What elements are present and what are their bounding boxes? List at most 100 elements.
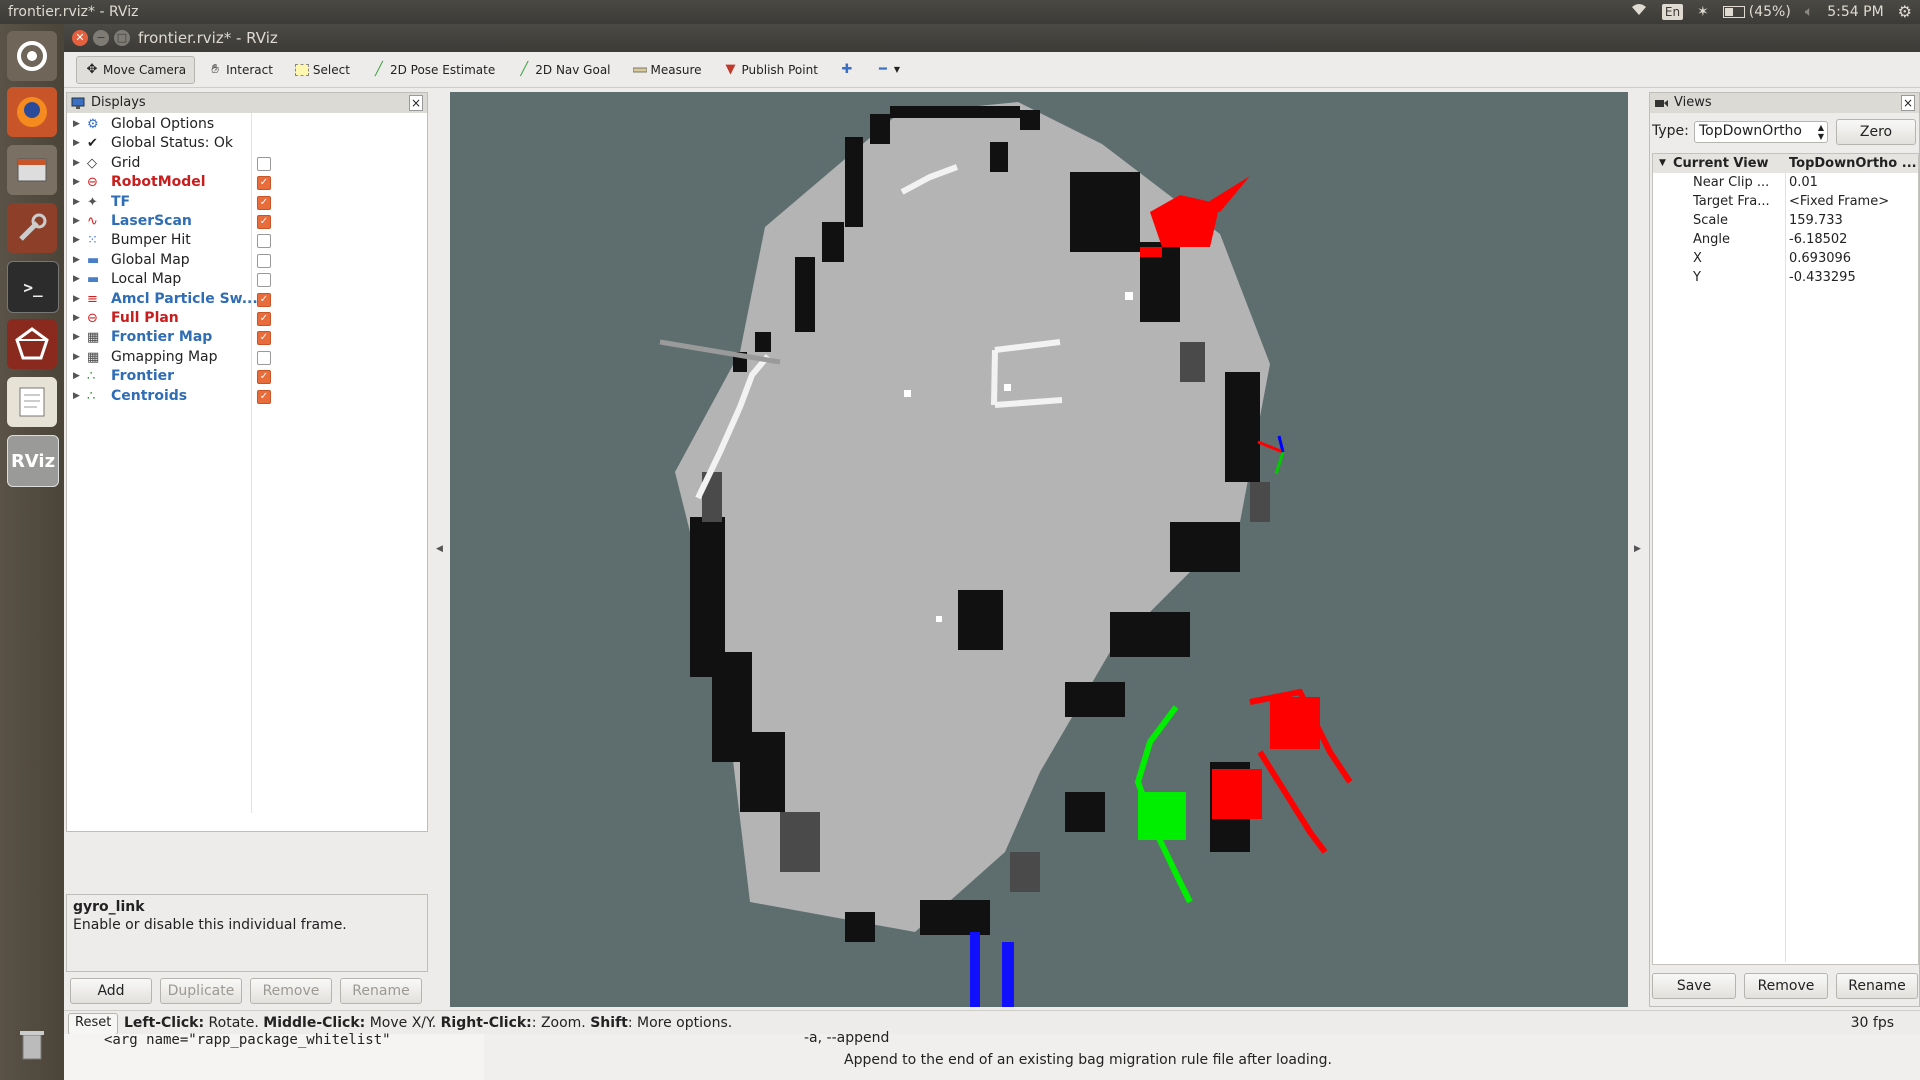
expand-arrow-icon[interactable]: ▶: [73, 134, 80, 153]
display-item[interactable]: ▶ ▦ Gmapping Map: [67, 348, 427, 367]
display-item[interactable]: ▶ ⁙ Bumper Hit: [67, 231, 427, 250]
display-item[interactable]: ▶ ∿ LaserScan ✓: [67, 212, 427, 231]
display-enable-checkbox[interactable]: ✓: [257, 312, 271, 326]
select-tool[interactable]: Select: [286, 56, 359, 84]
display-enable-checkbox[interactable]: ✓: [257, 389, 271, 404]
render-view[interactable]: [450, 92, 1628, 1007]
wifi-icon[interactable]: [1630, 0, 1648, 24]
close-icon[interactable]: ×: [1901, 95, 1915, 111]
display-item[interactable]: ▶ ✦ TF ✓: [67, 193, 427, 212]
pose-estimate-tool[interactable]: ╱ 2D Pose Estimate: [363, 56, 504, 84]
expand-arrow-icon[interactable]: ▶: [73, 193, 80, 212]
remove-display-button[interactable]: Remove: [250, 978, 332, 1004]
expand-arrow-icon[interactable]: ▶: [73, 270, 80, 289]
terminal-icon[interactable]: >_: [7, 261, 59, 313]
display-item[interactable]: ▶ ≡ Amcl Particle Sw... ✓: [67, 290, 427, 309]
dash-home-icon[interactable]: [7, 31, 57, 81]
add-tool-button[interactable]: ✚: [831, 56, 863, 84]
expand-arrow-icon[interactable]: ▶: [73, 173, 80, 192]
window-maximize-icon[interactable]: □: [114, 30, 130, 46]
expand-arrow-icon[interactable]: ▶: [73, 212, 80, 231]
displays-panel-header: Displays ×: [67, 93, 427, 113]
expand-arrow-icon[interactable]: ▶: [73, 154, 80, 173]
display-enable-checkbox[interactable]: ✓: [257, 195, 271, 210]
window-close-icon[interactable]: ✕: [72, 30, 88, 46]
display-item[interactable]: ▶ ▬ Local Map: [67, 270, 427, 289]
display-enable-checkbox[interactable]: [257, 253, 271, 268]
duplicate-display-button[interactable]: Duplicate: [160, 978, 242, 1004]
expand-arrow-icon[interactable]: ▶: [73, 367, 80, 386]
display-item[interactable]: ▶ ⊖ RobotModel ✓: [67, 173, 427, 192]
file-manager-icon[interactable]: [7, 145, 57, 195]
expand-arrow-icon[interactable]: ▶: [73, 328, 80, 347]
property-row[interactable]: X 0.693096: [1653, 249, 1918, 268]
remove-tool-button[interactable]: ━ ▼: [867, 56, 909, 84]
property-row[interactable]: Target Fra... <Fixed Frame>: [1653, 192, 1918, 211]
display-enable-checkbox[interactable]: ✓: [257, 292, 271, 307]
window-minimize-icon[interactable]: −: [93, 30, 109, 46]
property-row[interactable]: Scale 159.733: [1653, 211, 1918, 230]
rename-display-button[interactable]: Rename: [340, 978, 422, 1004]
display-item[interactable]: ▶ ▦ Frontier Map ✓: [67, 328, 427, 347]
property-row[interactable]: Y -0.433295: [1653, 268, 1918, 287]
display-enable-checkbox[interactable]: [257, 273, 271, 288]
save-view-button[interactable]: Save: [1652, 973, 1736, 999]
move-camera-tool[interactable]: ✥ Move Camera: [76, 55, 196, 84]
rviz-icon[interactable]: RViz: [7, 435, 59, 487]
close-icon[interactable]: ×: [409, 95, 423, 111]
bluetooth-icon[interactable]: ✶: [1697, 0, 1709, 24]
display-item[interactable]: ▶ ∴ Frontier ✓: [67, 367, 427, 386]
display-item[interactable]: ▶ ▬ Global Map: [67, 251, 427, 270]
background-terminal[interactable]: <arg name="rapp_package_whitelist": [64, 1032, 484, 1080]
expand-arrow-icon[interactable]: ▶: [73, 251, 80, 270]
display-enable-checkbox[interactable]: ✓: [257, 331, 271, 346]
gear-icon[interactable]: ⚙: [1898, 0, 1912, 24]
window-titlebar[interactable]: ✕ − □ frontier.rviz* - RViz: [64, 24, 1920, 52]
display-enable-checkbox[interactable]: ✓: [257, 370, 271, 385]
zero-button[interactable]: Zero: [1836, 119, 1916, 145]
battery-indicator[interactable]: (45%): [1722, 0, 1791, 24]
trash-icon[interactable]: [7, 1019, 57, 1069]
current-view-row[interactable]: ▼ Current View TopDownOrtho ...: [1653, 154, 1918, 173]
expand-arrow-icon[interactable]: ▶: [73, 115, 80, 134]
description-text: Enable or disable this individual frame.: [73, 917, 347, 933]
clock[interactable]: 5:54 PM: [1827, 0, 1883, 24]
display-enable-checkbox[interactable]: [257, 234, 271, 249]
display-item[interactable]: ▶ ◇ Grid: [67, 154, 427, 173]
nav-goal-tool[interactable]: ╱ 2D Nav Goal: [508, 56, 619, 84]
interact-tool[interactable]: ✋︎ Interact: [199, 56, 282, 84]
display-enable-checkbox[interactable]: ✓: [257, 176, 271, 191]
display-enable-checkbox[interactable]: ✓: [257, 215, 271, 229]
system-settings-icon[interactable]: [7, 203, 57, 253]
keyboard-layout-indicator[interactable]: En: [1661, 4, 1684, 20]
measure-tool[interactable]: Measure: [624, 56, 711, 84]
expand-arrow-icon[interactable]: ▶: [73, 290, 80, 309]
rename-view-button[interactable]: Rename: [1836, 973, 1918, 999]
remove-view-button[interactable]: Remove: [1744, 973, 1828, 999]
property-row[interactable]: Near Clip ... 0.01: [1653, 173, 1918, 192]
collapse-left-handle[interactable]: ◀: [436, 544, 443, 554]
display-enable-checkbox[interactable]: [257, 350, 271, 365]
expand-arrow-icon[interactable]: ▼: [1659, 154, 1666, 173]
display-item[interactable]: ▶ ⚙ Global Options: [67, 115, 427, 134]
display-item[interactable]: ▶ ✔ Global Status: Ok: [67, 134, 427, 153]
view-type-select[interactable]: TopDownOrtho ▲ ▼: [1694, 121, 1828, 143]
display-item-label: Global Status: Ok: [111, 135, 234, 152]
volume-muted-icon[interactable]: 🔈︎: [1805, 0, 1813, 24]
folder-icon: ▬: [87, 272, 100, 288]
expand-arrow-icon[interactable]: ▶: [73, 231, 80, 250]
background-manpage[interactable]: -a, --append Append to the end of an exi…: [484, 1030, 1920, 1080]
expand-arrow-icon[interactable]: ▶: [73, 387, 80, 406]
firefox-icon[interactable]: [7, 87, 57, 137]
collapse-right-handle[interactable]: ▶: [1634, 544, 1641, 554]
display-enable-checkbox[interactable]: [257, 156, 271, 171]
text-editor-icon[interactable]: [7, 377, 57, 427]
property-row[interactable]: Angle -6.18502: [1653, 230, 1918, 249]
expand-arrow-icon[interactable]: ▶: [73, 309, 80, 328]
add-display-button[interactable]: Add: [70, 978, 152, 1004]
publish-point-tool[interactable]: ▼ Publish Point: [715, 56, 827, 84]
expand-arrow-icon[interactable]: ▶: [73, 348, 80, 367]
display-item[interactable]: ▶ ∴ Centroids ✓: [67, 387, 427, 406]
rviz-logo-icon[interactable]: [7, 319, 57, 369]
display-item[interactable]: ▶ ⊖ Full Plan ✓: [67, 309, 427, 328]
